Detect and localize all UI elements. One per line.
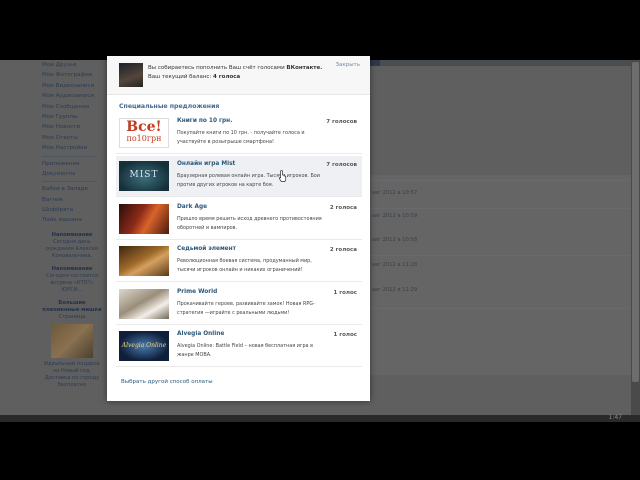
reminder-title: Напоминание — [51, 265, 93, 272]
offer-divider — [116, 366, 362, 367]
background-content: авг 2012 в 10:57 авг 2012 в 10:59 авг 20… — [370, 60, 632, 415]
nav-item-settings[interactable]: Мои Настройки — [42, 143, 102, 153]
offer-divider — [116, 239, 362, 240]
offer-title[interactable]: Книги по 10 грн. — [177, 118, 232, 124]
background-row-date: авг 2012 в 10:58 — [372, 237, 418, 243]
nav-item-groups[interactable]: Мои Группы — [42, 112, 102, 122]
nav-item-app-3[interactable]: Шофёрята — [42, 205, 102, 215]
payment-modal: Вы собираетесь пополнить Ваш счёт голоса… — [107, 56, 370, 401]
thumbnail-text-small: по10грн — [126, 134, 162, 143]
nav-item-photos[interactable]: Мои Фотографии — [42, 70, 102, 80]
reminder-text[interactable]: Сегодня день рождения Алексея Коновальчи… — [42, 239, 102, 260]
offer-thumbnail[interactable]: Все! по10грн — [119, 118, 169, 148]
background-row-date: авг 2012 в 10:59 — [372, 213, 418, 219]
offer-description: Революционная боевая система, продуманны… — [177, 258, 312, 273]
nav-divider — [42, 181, 97, 183]
thumbnail-text-big: Все! — [126, 119, 162, 135]
offer-title[interactable]: Онлайн игра Mist — [177, 161, 235, 167]
background-row-date: авг 2012 в 11:28 — [372, 262, 418, 268]
close-button[interactable]: Закрыть — [336, 62, 361, 68]
offer-description: Пришло время решить исход древнего проти… — [177, 216, 322, 231]
background-divider — [370, 255, 632, 256]
background-row-date: авг 2012 в 10:57 — [372, 190, 418, 196]
offer-description: Браузерная ролевая онлайн игра. Тысячи и… — [177, 173, 320, 188]
offer-votes: 1 голос — [333, 332, 357, 338]
nav-item-messages[interactable]: Мои Сообщения — [42, 102, 102, 112]
nav-item-app-2[interactable]: Ватник — [42, 195, 102, 205]
nav-item-app-1[interactable]: Бабки в Западе — [42, 184, 102, 194]
offer-description: Alvegia Online: Battle Field – новая бес… — [177, 343, 313, 358]
mouse-cursor-icon — [279, 170, 287, 182]
offer-divider — [116, 281, 362, 282]
reminder-box: Напоминание Сегодня день рождения Алексе… — [42, 232, 102, 260]
offer-thumbnail[interactable] — [119, 246, 169, 276]
left-navigation: Мои Друзья Мои Фотографии Мои Видеозапис… — [42, 60, 102, 389]
thumbnail-text: MIST — [129, 170, 159, 180]
page-scrollbar[interactable] — [631, 60, 640, 415]
offer-divider — [116, 153, 362, 154]
background-divider — [370, 180, 632, 181]
nav-item-app-4[interactable]: Лайк машина — [42, 215, 102, 225]
balance-text: Ваш текущий баланс: 4 голоса — [148, 74, 240, 80]
offer-item[interactable]: Все! по10грн Книги по 10 грн. Покупайте … — [116, 113, 362, 154]
ad-text: Идеальный подарок на Новый год. Доставка… — [44, 360, 100, 388]
modal-header: Вы собираетесь пополнить Ваш счёт голоса… — [107, 56, 370, 95]
bottom-bar-text: 1:47 — [608, 414, 622, 421]
offer-thumbnail[interactable]: MIST — [119, 161, 169, 191]
ad-image[interactable] — [51, 323, 93, 358]
offer-title[interactable]: Седьмой элемент — [177, 246, 236, 252]
offer-title[interactable]: Prime World — [177, 289, 217, 295]
nav-item-documents[interactable]: Документы — [42, 169, 102, 179]
ad-title[interactable]: Большие плазменные мишки — [42, 300, 102, 314]
thumbnail-text: Alvegia Online — [121, 342, 167, 349]
background-top-strip — [370, 60, 632, 66]
background-divider — [370, 208, 632, 209]
background-row-date: авг 2012 в 11:29 — [372, 287, 418, 293]
offer-votes: 2 голоса — [329, 205, 357, 211]
background-panel — [370, 175, 632, 375]
reminder-title: Напоминание — [51, 231, 93, 238]
offer-description: Прокачивайте героев, развивайте замок! Н… — [177, 301, 315, 316]
offer-item[interactable]: Седьмой элемент Революционная боевая сис… — [116, 241, 362, 282]
reminder-text[interactable]: Сегодня состоится встреча «КТО?» ЮРСИ... — [42, 273, 102, 294]
brand-name: ВКонтакте. — [286, 65, 323, 71]
nav-divider — [42, 155, 97, 157]
reminder-box: Напоминание Сегодня состоится встреча «К… — [42, 266, 102, 294]
offer-title[interactable]: Alvegia Online — [177, 331, 224, 337]
ad-block[interactable]: Большие плазменные мишки Страница Идеаль… — [42, 300, 102, 389]
offer-divider — [116, 196, 362, 197]
offer-thumbnail[interactable] — [119, 204, 169, 234]
nav-item-answers[interactable]: Мои Ответы — [42, 133, 102, 143]
nav-item-videos[interactable]: Мои Видеозаписи — [42, 81, 102, 91]
offer-votes: 2 голоса — [329, 247, 357, 253]
modal-intro-text: Вы собираетесь пополнить Ваш счёт голоса… — [148, 65, 322, 71]
balance-label: Ваш текущий баланс: — [148, 74, 212, 80]
offer-item[interactable]: Prime World Прокачивайте героев, развива… — [116, 284, 362, 325]
offer-title[interactable]: Dark Age — [177, 204, 207, 210]
background-divider — [370, 308, 632, 309]
ad-subtitle: Страница — [58, 313, 86, 320]
balance-value: 4 голоса — [213, 74, 241, 80]
offer-votes: 7 голосов — [326, 162, 357, 168]
nav-item-audio[interactable]: Мои Аудиозаписи — [42, 91, 102, 101]
bottom-bar: 1:47 — [0, 414, 640, 422]
other-payment-method-link[interactable]: Выбрать другой способ оплаты — [121, 379, 213, 385]
nav-item-friends[interactable]: Мои Друзья — [42, 60, 102, 70]
avatar — [119, 63, 143, 87]
offer-votes: 7 голосов — [326, 119, 357, 125]
offer-votes: 1 голос — [333, 290, 357, 296]
offer-description: Покупайте книги по 10 грн. - получайте г… — [177, 130, 305, 145]
offer-item[interactable]: Alvegia Online Alvegia Online Alvegia On… — [116, 326, 362, 367]
nav-item-news[interactable]: Мои Новости — [42, 122, 102, 132]
section-title: Специальные предложения — [119, 103, 220, 110]
offer-thumbnail[interactable] — [119, 289, 169, 319]
offer-divider — [116, 324, 362, 325]
scrollbar-thumb[interactable] — [632, 62, 639, 382]
nav-item-apps[interactable]: Приложения — [42, 159, 102, 169]
offer-item[interactable]: Dark Age Пришло время решить исход древн… — [116, 199, 362, 240]
offer-thumbnail[interactable]: Alvegia Online — [119, 331, 169, 361]
intro-prefix: Вы собираетесь пополнить Ваш счёт голоса… — [148, 65, 285, 71]
offer-item[interactable]: MIST Онлайн игра Mist Браузерная ролевая… — [116, 156, 362, 197]
